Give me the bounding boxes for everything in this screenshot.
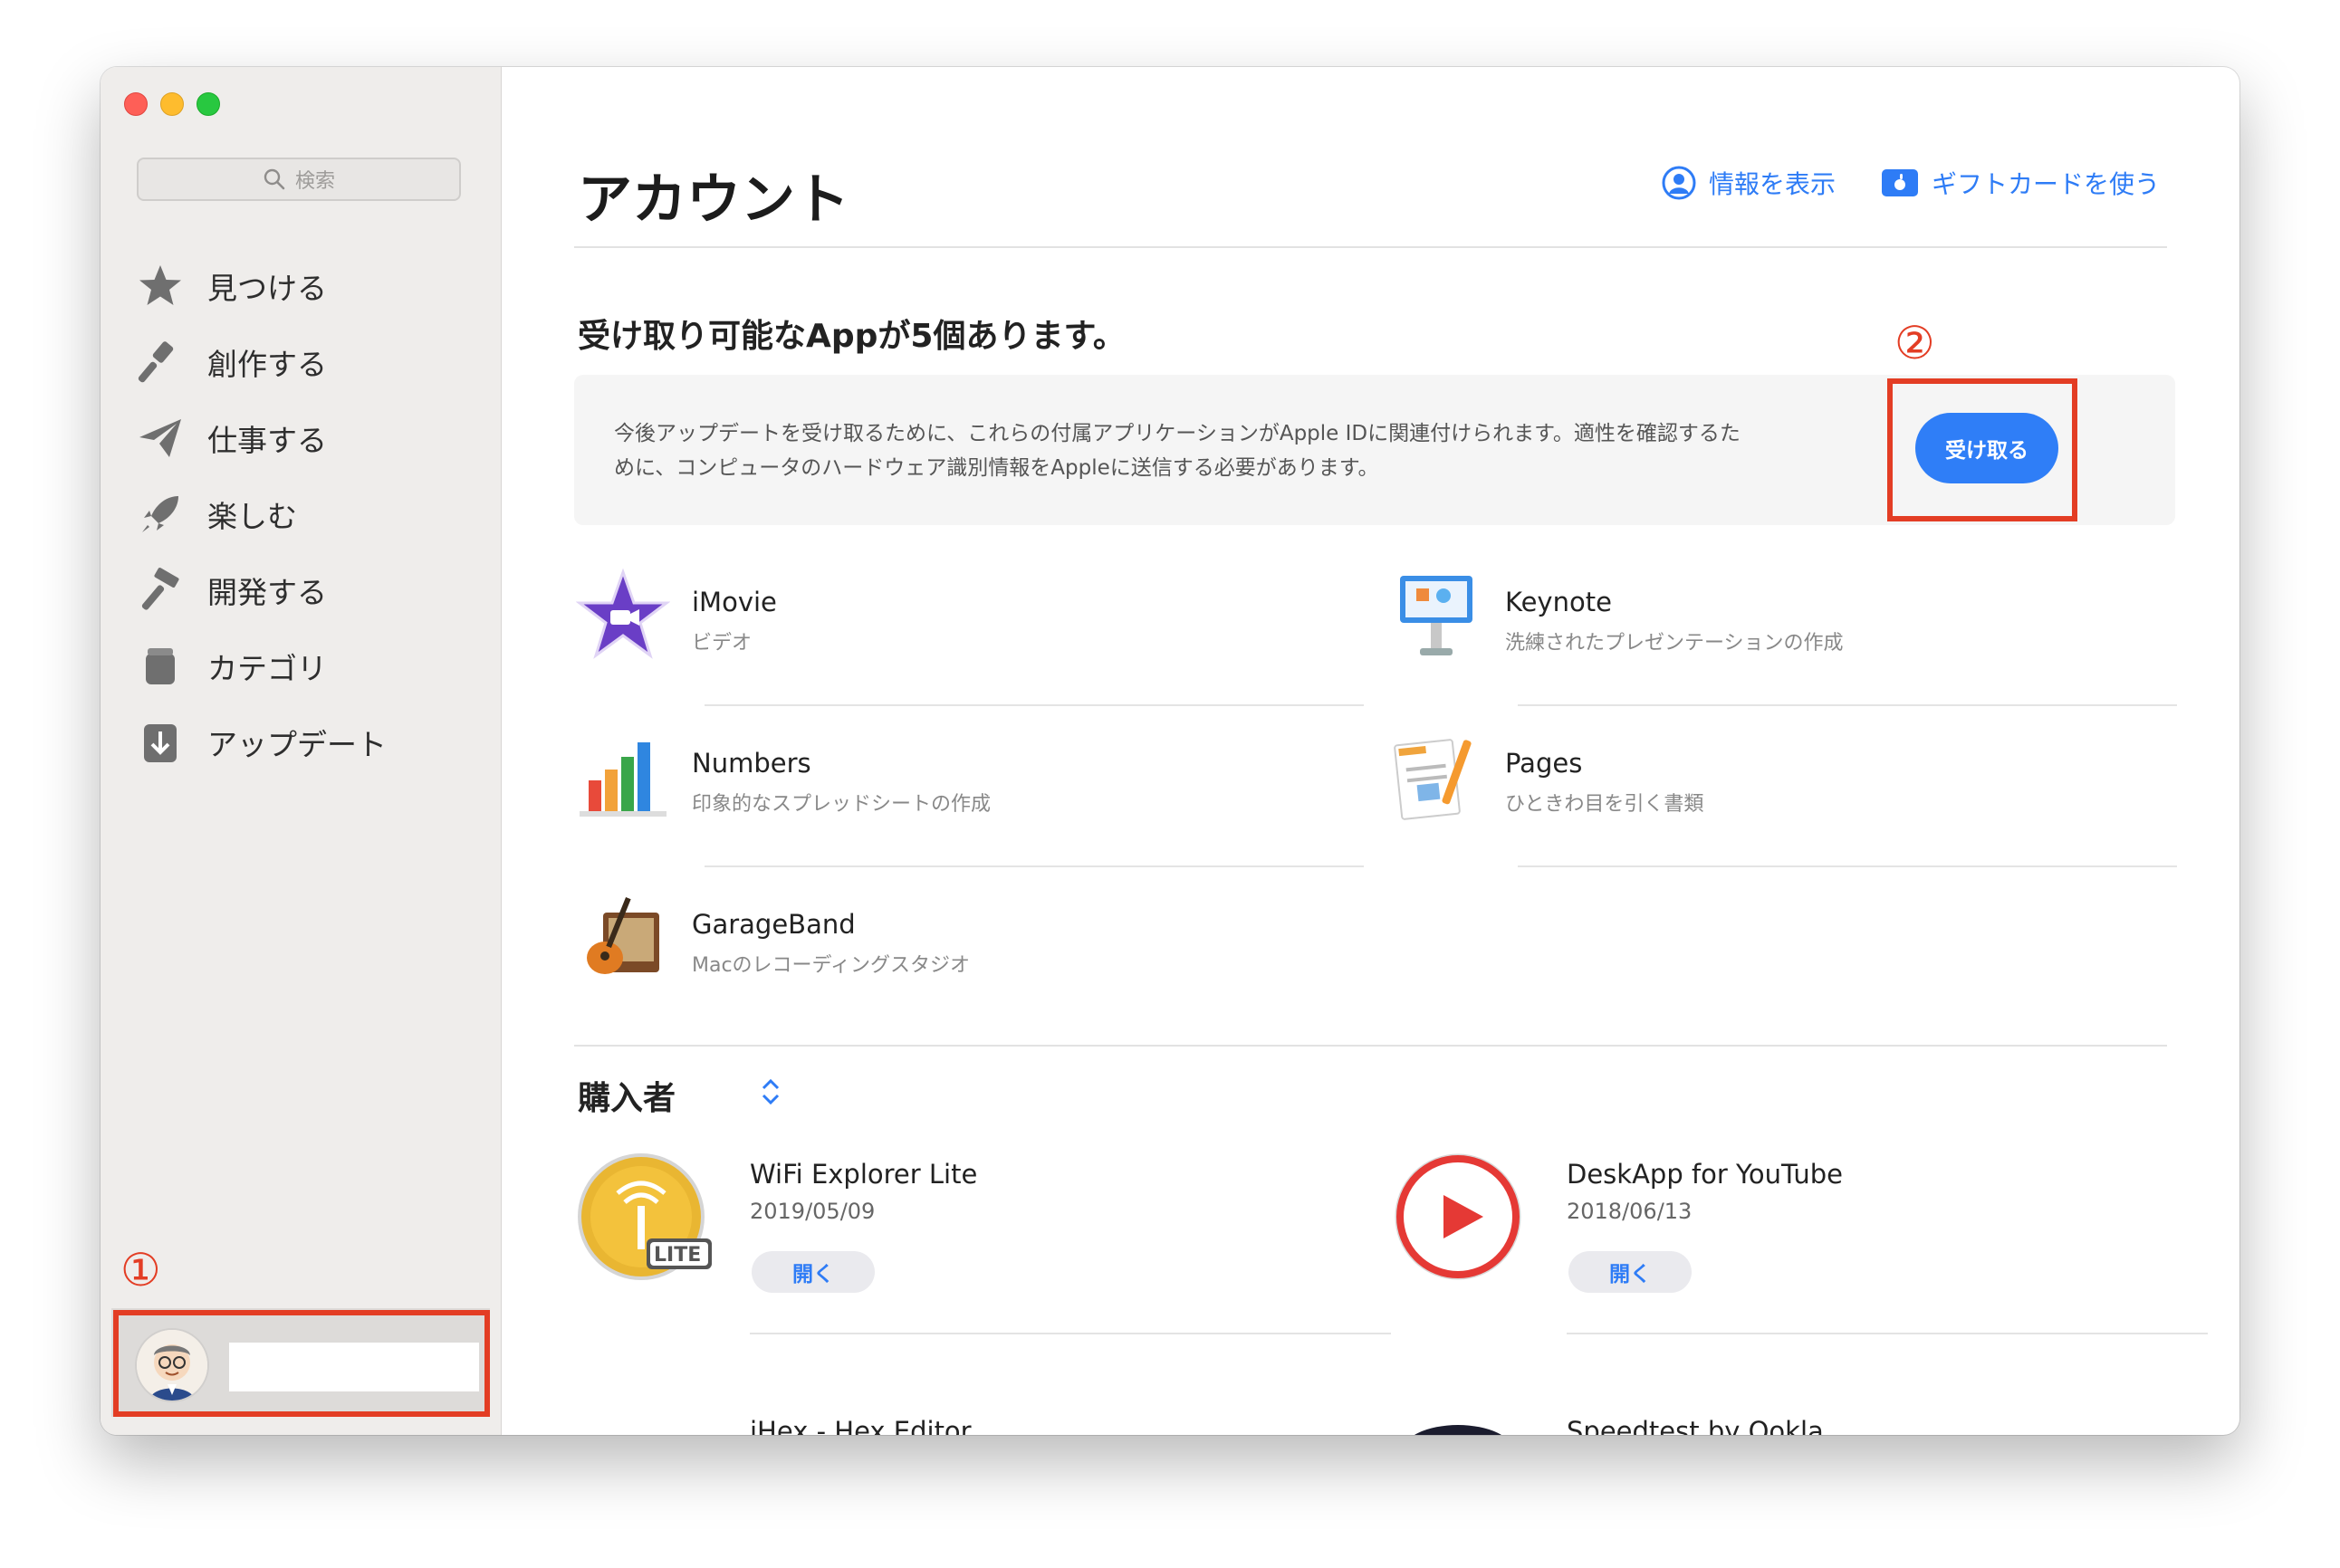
sidebar-item-label: 見つける [207, 271, 327, 306]
sidebar-item-label: 開発する [207, 575, 327, 610]
paper-plane-icon [137, 415, 184, 462]
star-icon [137, 263, 184, 310]
row-divider [1518, 865, 2177, 867]
sidebar-item-create[interactable]: 創作する [137, 324, 387, 400]
sidebar-item-label: 仕事する [207, 423, 327, 458]
app-name: DeskApp for YouTube [1567, 1159, 1843, 1190]
page-title: アカウント [578, 168, 849, 232]
search-icon [264, 168, 285, 190]
bundled-app-garageband: GarageBand Macのレコーディングスタジオ [576, 878, 1364, 1032]
annotation-marker-2: ② [1894, 317, 1935, 369]
purchased-heading: 購入者 [578, 1080, 676, 1117]
sidebar-nav: 見つける 創作する 仕事する 楽しむ 開発する カテゴリ アップデート [137, 248, 387, 780]
purchase-date: 2018/06/13 [1567, 1199, 1693, 1224]
sidebar-item-updates[interactable]: アップデート [137, 704, 387, 780]
numbers-icon [580, 742, 667, 817]
categories-icon [137, 643, 184, 690]
sidebar-item-label: アップデート [207, 727, 387, 762]
gift-card-icon [1881, 169, 1918, 196]
sidebar-item-label: 楽しむ [207, 499, 297, 534]
deskapp-youtube-icon [1395, 1153, 1521, 1280]
row-divider [1567, 1333, 2208, 1334]
app-description: ひときわ目を引く書類 [1505, 793, 1704, 816]
purchased-app-speedtest: Speedtest by Ookla [1393, 1416, 2208, 1435]
app-name: WiFi Explorer Lite [750, 1159, 978, 1190]
app-name: iMovie [692, 587, 777, 617]
person-circle-icon [1662, 166, 1696, 200]
garageband-icon [587, 896, 659, 974]
sidebar-item-label: カテゴリ [207, 651, 327, 686]
app-name: Pages [1505, 748, 1583, 779]
row-divider [705, 704, 1364, 706]
header-divider [574, 246, 2167, 248]
view-info-label: 情報を表示 [1708, 169, 1836, 199]
purchased-app-ihex: iHex - Hex Editor [576, 1416, 1391, 1435]
row-divider [705, 865, 1364, 867]
search-placeholder: 検索 [294, 170, 335, 193]
app-description: ビデオ [692, 632, 753, 655]
annotation-marker-1: ① [120, 1244, 161, 1296]
sidebar-item-develop[interactable]: 開発する [137, 552, 387, 628]
hammer-icon [137, 567, 184, 614]
rocket-icon [137, 491, 184, 538]
bundled-app-pages: Pages ひときわ目を引く書類 [1389, 717, 2177, 871]
purchased-app-deskapp-youtube: DeskApp for YouTube 2018/06/13 開く [1393, 1152, 2208, 1342]
zoom-window-button[interactable] [197, 92, 220, 116]
bundled-app-keynote: Keynote 洗練されたプレゼンテーションの作成 [1389, 556, 2177, 710]
app-name: GarageBand [692, 909, 856, 940]
sidebar-item-categories[interactable]: カテゴリ [137, 628, 387, 704]
minimize-window-button[interactable] [160, 92, 184, 116]
bundled-apps-heading: 受け取り可能なAppが5個あります。 [578, 318, 1126, 355]
sidebar-item-label: 創作する [207, 347, 327, 382]
app-name: iHex - Hex Editor [750, 1416, 972, 1435]
imovie-icon [576, 569, 670, 659]
sidebar: 検索 見つける 創作する 仕事する 楽しむ 開発する カテゴリ アップデート ① [101, 67, 502, 1435]
section-divider [574, 1045, 2167, 1047]
close-window-button[interactable] [124, 92, 148, 116]
bundled-app-imovie: iMovie ビデオ [576, 556, 1364, 710]
annotation-highlight-redeem [1887, 378, 2077, 521]
gift-card-link[interactable]: ギフトカードを使う [1881, 165, 2160, 201]
app-name: Speedtest by Ookla [1567, 1416, 1824, 1435]
annotation-highlight-account [113, 1310, 490, 1417]
notice-text: 今後アップデートを受け取るために、これらの付属アプリケーションがApple ID… [614, 416, 1846, 485]
notice-line-1: 今後アップデートを受け取るために、これらの付属アプリケーションがApple ID… [614, 422, 1741, 445]
row-divider [1518, 704, 2177, 706]
sidebar-item-work[interactable]: 仕事する [137, 400, 387, 476]
notice-line-2: めに、コンピュータのハードウェア識別情報をAppleに送信する必要があります。 [614, 456, 1379, 480]
wifi-explorer-icon: LITE [578, 1153, 712, 1280]
svg-text:LITE: LITE [654, 1244, 701, 1267]
app-description: 洗練されたプレゼンテーションの作成 [1505, 632, 1844, 655]
sidebar-item-play[interactable]: 楽しむ [137, 476, 387, 552]
download-icon [137, 719, 184, 766]
window-controls [124, 92, 220, 116]
app-store-window: 検索 見つける 創作する 仕事する 楽しむ 開発する カテゴリ アップデート ①… [101, 67, 2239, 1435]
app-description: 印象的なスプレッドシートの作成 [692, 793, 992, 816]
app-description: Macのレコーディングスタジオ [692, 954, 971, 977]
view-info-link[interactable]: 情報を表示 [1662, 165, 1836, 201]
app-name: Numbers [692, 748, 811, 779]
open-button[interactable]: 開く [752, 1251, 875, 1293]
gift-card-label: ギフトカードを使う [1931, 169, 2160, 199]
ihex-icon [576, 1416, 712, 1435]
open-button[interactable]: 開く [1568, 1251, 1692, 1293]
search-field[interactable]: 検索 [137, 158, 461, 201]
sidebar-item-discover[interactable]: 見つける [137, 248, 387, 324]
app-name: Keynote [1505, 587, 1612, 617]
header-links: 情報を表示 ギフトカードを使う [1662, 165, 2160, 201]
keynote-icon [1400, 576, 1472, 655]
purchased-app-wifi-explorer-lite: LITE WiFi Explorer Lite 2019/05/09 開く [576, 1152, 1391, 1342]
row-divider [750, 1333, 1391, 1334]
pages-icon [1394, 739, 1472, 820]
purchase-date: 2019/05/09 [750, 1199, 876, 1224]
bundled-app-numbers: Numbers 印象的なスプレッドシートの作成 [576, 717, 1364, 871]
main-content: アカウント 情報を表示 ギフトカードを使う 受け取り可能なAppが5個あります。… [502, 67, 2239, 1435]
brush-icon [137, 339, 184, 386]
speedtest-icon [1415, 1425, 1501, 1435]
chevron-updown-icon[interactable] [758, 1074, 783, 1110]
